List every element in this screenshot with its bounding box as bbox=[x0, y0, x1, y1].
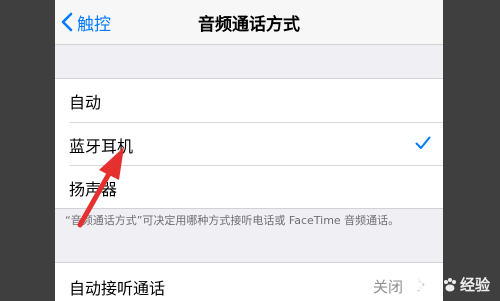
page-title: 音频通话方式 bbox=[198, 15, 300, 35]
auto-answer-label: 自动接听通话 bbox=[69, 279, 166, 298]
option-label: 扬声器 bbox=[69, 179, 118, 199]
watermark-text-left: Bai bbox=[413, 275, 440, 294]
option-auto[interactable]: 自动 bbox=[55, 79, 443, 122]
watermark: Bai 经验 bbox=[413, 274, 490, 295]
watermark-text-right: 经验 bbox=[459, 276, 490, 294]
navigation-bar: 触控 音频通话方式 bbox=[55, 0, 443, 45]
auto-answer-value: 关闭 bbox=[372, 278, 403, 296]
section-footer-text: “音频通话方式”可决定用哪种方式接听电话或 FaceTime 音频通话。 bbox=[65, 214, 400, 227]
auto-answer-row[interactable]: 自动接听通话 关闭 bbox=[55, 262, 443, 301]
option-bluetooth-headset[interactable]: 蓝牙耳机 bbox=[55, 123, 443, 166]
phone-screen: 触控 音频通话方式 自动 蓝牙耳机 扬声器 “音频通话方式”可决定用哪种方式接听… bbox=[55, 0, 443, 301]
option-label: 蓝牙耳机 bbox=[69, 136, 134, 156]
left-dark-margin bbox=[0, 0, 55, 301]
checkmark-icon bbox=[415, 136, 431, 149]
option-label: 自动 bbox=[69, 92, 102, 112]
option-speaker[interactable]: 扬声器 bbox=[55, 166, 443, 209]
right-dark-margin bbox=[443, 0, 500, 301]
paw-logo-icon bbox=[443, 277, 456, 291]
audio-route-options: 自动 蓝牙耳机 扬声器 bbox=[55, 78, 443, 209]
